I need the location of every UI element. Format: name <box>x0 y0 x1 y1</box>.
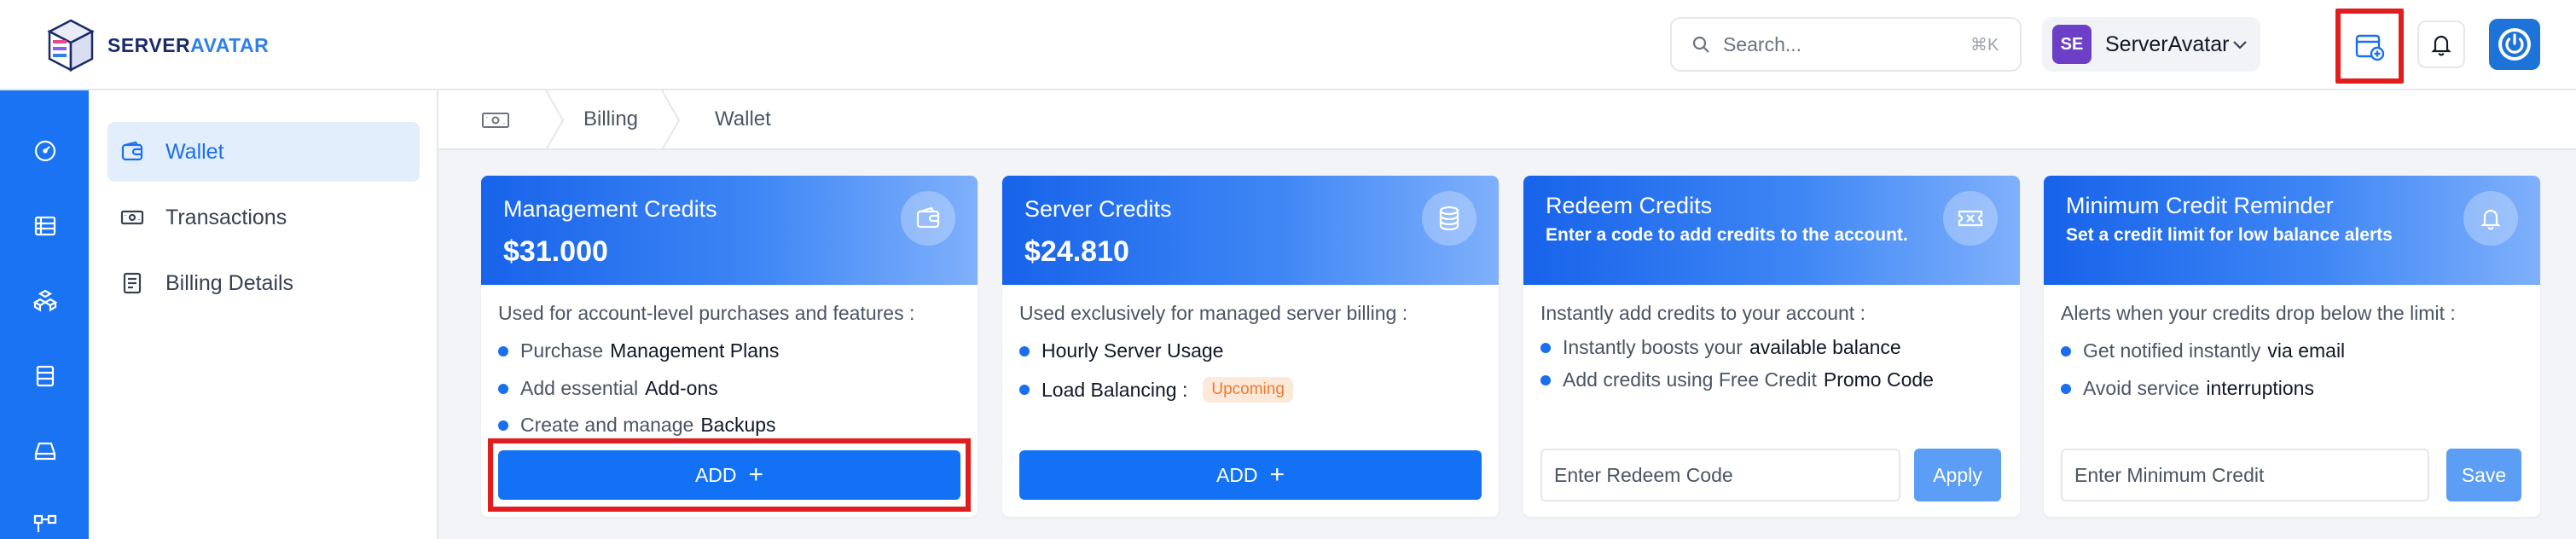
bell-icon <box>2431 35 2451 56</box>
list-item: Get notified instantly via email <box>2061 339 2345 362</box>
rail-dashboard[interactable] <box>31 136 60 165</box>
card-header: Management Credits $31.000 <box>481 176 978 285</box>
notifications-button[interactable] <box>2417 20 2465 68</box>
logo[interactable]: SERVERAVATAR <box>43 17 269 73</box>
sidebar-item-transactions[interactable]: Transactions <box>107 188 420 247</box>
top-bar: SERVERAVATAR ⌘K SE ServerAvatar <box>0 0 2576 90</box>
breadcrumb-wallet: Wallet <box>715 107 771 130</box>
minimum-credit-input[interactable] <box>2061 449 2429 501</box>
bell-icon <box>2463 191 2518 246</box>
card-description: Instantly add credits to your account : <box>1540 302 1865 324</box>
rail-network[interactable] <box>31 512 60 539</box>
cubes-icon <box>32 289 58 312</box>
card-title: Redeem Credits <box>1546 193 1713 218</box>
logo-text: SERVERAVATAR <box>107 33 270 56</box>
chevron-down-icon <box>2233 41 2247 49</box>
list-item: Load Balancing : Upcoming <box>1019 377 1293 403</box>
list-item: Purchase Management Plans <box>498 339 779 362</box>
sidebar-item-label: Billing Details <box>165 270 294 295</box>
server-credits-card: Server Credits $24.810 Used exclusively … <box>1002 176 1499 517</box>
database-icon <box>1422 191 1477 246</box>
card-subtitle: Enter a code to add credits to the accou… <box>1546 225 1908 245</box>
icon-rail <box>0 90 89 539</box>
search-shortcut: ⌘K <box>1970 35 1999 55</box>
card-description: Used for account-level purchases and fea… <box>498 302 915 324</box>
power-icon <box>2498 28 2531 61</box>
sidebar-item-billing-details[interactable]: Billing Details <box>107 253 420 313</box>
breadcrumb: Billing Wallet <box>438 90 2576 150</box>
search-box[interactable]: ⌘K <box>1670 17 2022 72</box>
serveravatar-logo-icon <box>47 19 95 72</box>
database-icon <box>36 365 55 387</box>
rail-storage[interactable] <box>31 437 60 466</box>
breadcrumb-separator-icon <box>661 90 681 150</box>
server-list-icon <box>34 216 56 236</box>
card-title: Server Credits <box>1024 196 1172 222</box>
list-item: Hourly Server Usage <box>1019 339 1223 362</box>
gauge-icon <box>34 140 56 162</box>
add-server-credits-button[interactable]: ADD + <box>1019 450 1482 500</box>
rail-servers[interactable] <box>31 212 60 241</box>
card-header: Redeem Credits Enter a code to add credi… <box>1523 176 2020 285</box>
apply-button[interactable]: Apply <box>1914 449 2001 501</box>
search-icon <box>1692 36 1709 53</box>
card-title: Minimum Credit Reminder <box>2066 193 2334 218</box>
card-header: Minimum Credit Reminder Set a credit lim… <box>2044 176 2540 285</box>
search-input[interactable] <box>1723 32 1970 56</box>
wallet-icon <box>901 191 955 246</box>
sidebar-item-wallet[interactable]: Wallet <box>107 122 420 182</box>
card-title: Management Credits <box>503 196 717 222</box>
power-button[interactable] <box>2489 19 2540 70</box>
account-avatar: SE <box>2052 25 2092 64</box>
highlight-box <box>488 438 971 512</box>
breadcrumb-separator-icon <box>545 90 565 150</box>
redeem-code-input[interactable] <box>1540 449 1900 501</box>
account-name: ServerAvatar <box>2105 32 2230 56</box>
breadcrumb-billing[interactable]: Billing <box>583 107 638 131</box>
document-icon <box>123 272 142 294</box>
list-item: Create and manage Backups <box>498 414 776 437</box>
account-switcher[interactable]: SE ServerAvatar <box>2042 17 2260 72</box>
plus-icon: + <box>1269 461 1285 489</box>
rail-databases[interactable] <box>31 362 60 391</box>
management-credits-amount: $31.000 <box>503 235 608 268</box>
banknote-icon[interactable] <box>481 107 510 133</box>
billing-sidebar: Wallet Transactions Billing Details <box>89 90 438 539</box>
list-item: Instantly boosts your available balance <box>1540 336 1901 359</box>
sidebar-item-label: Wallet <box>165 139 224 164</box>
network-icon <box>33 514 57 532</box>
list-item: Add credits using Free Credit Promo Code <box>1540 368 1934 391</box>
redeem-credits-card: Redeem Credits Enter a code to add credi… <box>1523 176 2020 517</box>
upcoming-badge: Upcoming <box>1203 377 1293 403</box>
wallet-add-icon <box>2355 34 2385 61</box>
sidebar-item-label: Transactions <box>165 205 287 229</box>
card-header: Server Credits $24.810 <box>1002 176 1499 285</box>
wallet-icon <box>121 141 143 161</box>
inbox-icon <box>34 442 56 461</box>
ticket-icon <box>1943 191 1998 246</box>
management-credits-card: Management Credits $31.000 Used for acco… <box>481 176 978 517</box>
rail-apps[interactable] <box>31 287 60 316</box>
minimum-credit-reminder-card: Minimum Credit Reminder Set a credit lim… <box>2044 176 2540 517</box>
card-subtitle: Set a credit limit for low balance alert… <box>2066 225 2393 245</box>
billing-wallet-button[interactable] <box>2335 9 2404 84</box>
list-item: Avoid service interruptions <box>2061 377 2314 400</box>
card-description: Used exclusively for managed server bill… <box>1019 302 1408 324</box>
save-button[interactable]: Save <box>2446 449 2521 501</box>
server-credits-amount: $24.810 <box>1024 235 1129 268</box>
list-item: Add essential Add-ons <box>498 377 718 400</box>
banknote-icon <box>120 210 144 225</box>
card-description: Alerts when your credits drop below the … <box>2061 302 2456 324</box>
